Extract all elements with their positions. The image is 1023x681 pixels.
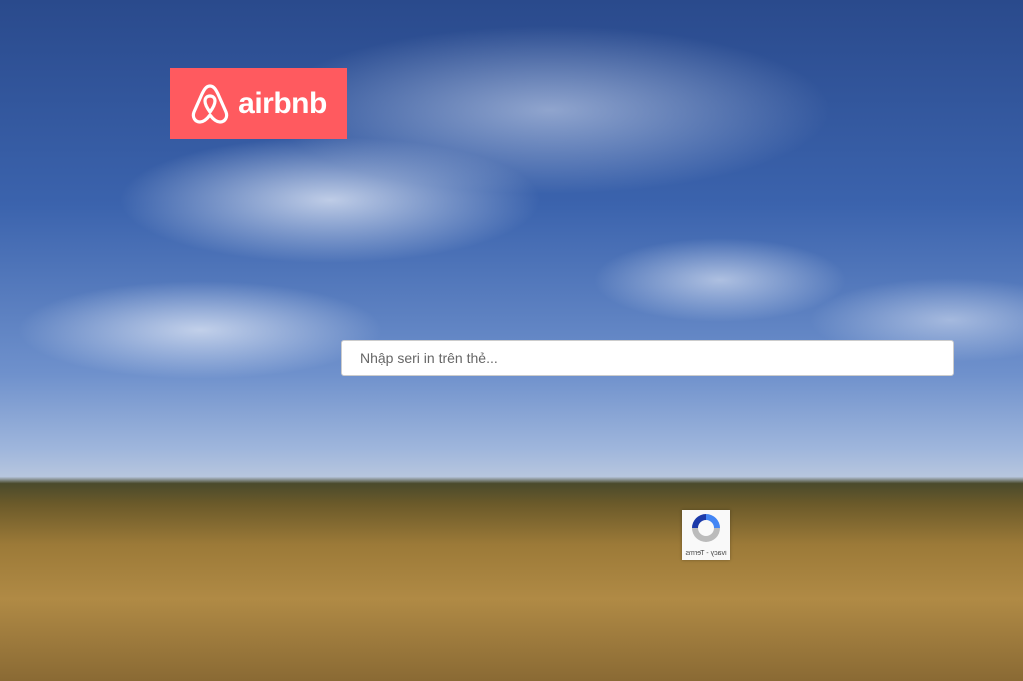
logo-text: airbnb	[238, 86, 327, 120]
airbnb-belo-icon	[191, 83, 229, 124]
airbnb-logo[interactable]: airbnb	[170, 68, 347, 139]
recaptcha-badge[interactable]: ivacy - Terms	[682, 510, 730, 560]
serial-number-input[interactable]	[341, 340, 954, 376]
recaptcha-links[interactable]: ivacy - Terms	[682, 550, 730, 557]
recaptcha-icon	[692, 514, 720, 542]
